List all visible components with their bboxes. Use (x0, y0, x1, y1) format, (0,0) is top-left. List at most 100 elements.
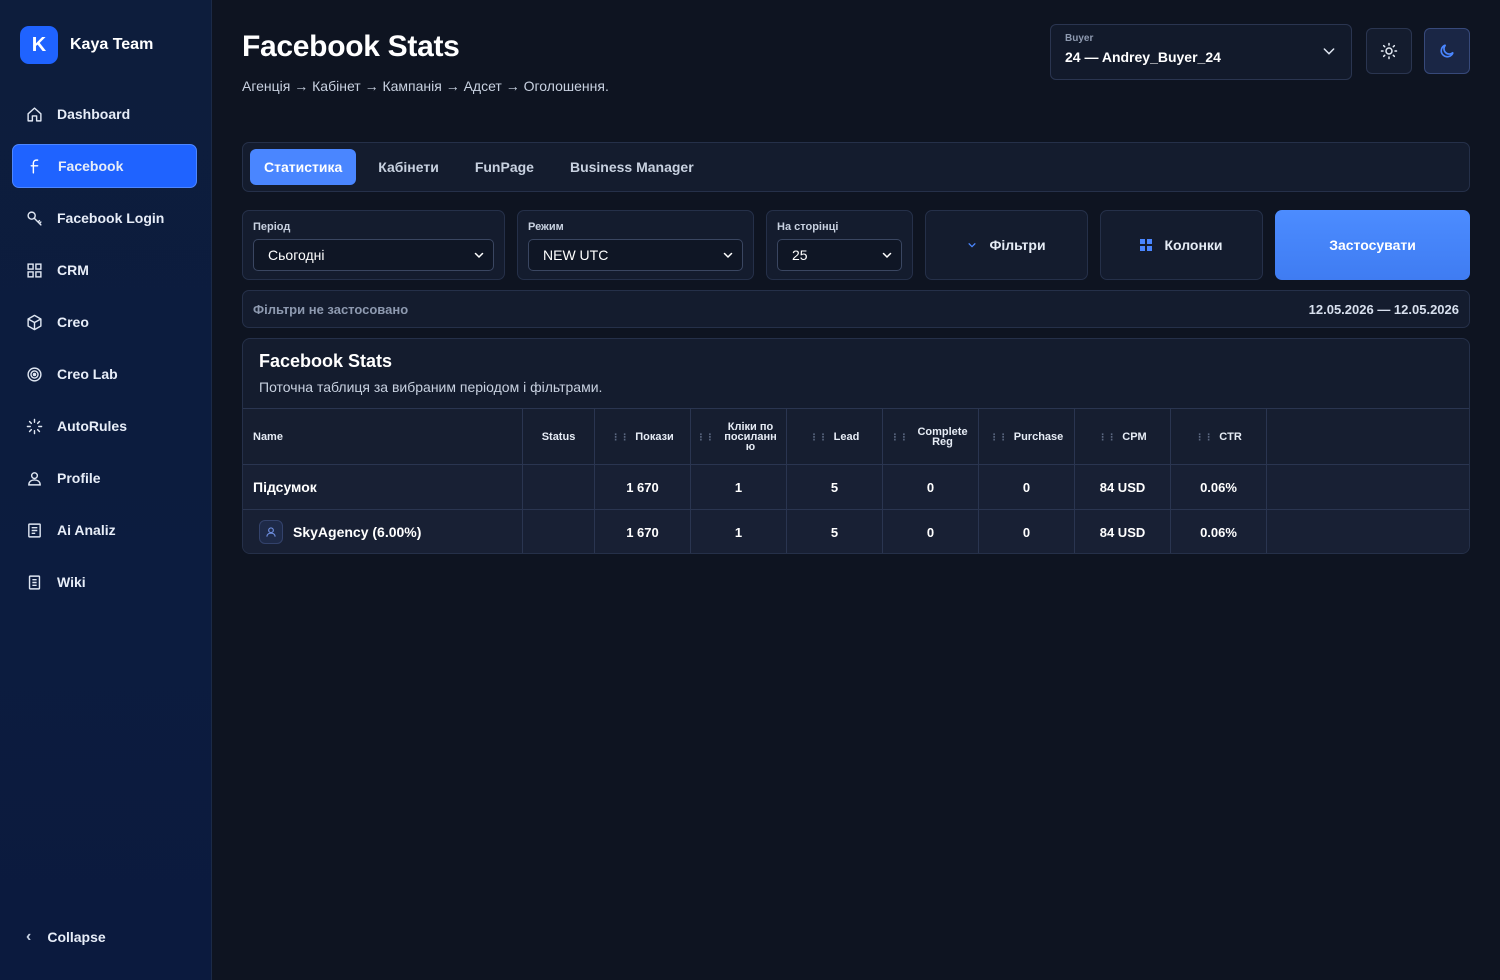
drag-handle-icon[interactable]: ⋮⋮ (990, 432, 1008, 442)
row-complete-reg: 0 (883, 510, 979, 553)
drag-handle-icon[interactable]: ⋮⋮ (1098, 432, 1116, 442)
row-clicks: 1 (691, 465, 787, 509)
column-header-status[interactable]: Status (523, 409, 595, 464)
per-page-select[interactable]: 25 (777, 239, 902, 271)
row-complete-reg: 0 (883, 465, 979, 509)
sidebar-item-creo[interactable]: Creo (12, 300, 197, 344)
columns-button-label: Колонки (1164, 237, 1223, 253)
column-header-name[interactable]: Name (243, 409, 523, 464)
row-status (523, 510, 595, 553)
sidebar-item-label: AutoRules (57, 418, 127, 434)
period-select[interactable]: Сьогодні (253, 239, 494, 271)
row-clicks: 1 (691, 510, 787, 553)
column-header-label: Complete Reg (917, 425, 968, 448)
row-purchase: 0 (979, 510, 1075, 553)
row-impressions: 1 670 (595, 510, 691, 553)
drag-handle-icon[interactable]: ⋮⋮ (1195, 432, 1213, 442)
row-lead: 5 (787, 510, 883, 553)
light-theme-button[interactable] (1366, 28, 1412, 74)
sidebar-item-autorules[interactable]: AutoRules (12, 404, 197, 448)
table-row-total: Підсумок 1 670 1 5 0 0 84 USD 0.06% (243, 464, 1469, 509)
row-name-cell[interactable]: SkyAgency (6.00%) (243, 510, 523, 553)
buyer-select[interactable]: Buyer 24 — Andrey_Buyer_24 (1050, 24, 1352, 80)
drag-handle-icon[interactable]: ⋮⋮ (891, 432, 909, 442)
chevron-left-icon: ‹ (26, 928, 32, 945)
sidebar-item-ai-analiz[interactable]: Ai Analiz (12, 508, 197, 552)
collapse-button[interactable]: ‹ Collapse (26, 928, 106, 946)
sidebar-item-creo-lab[interactable]: Creo Lab (12, 352, 197, 396)
sidebar-item-label: Dashboard (57, 106, 131, 122)
home-icon (26, 106, 43, 123)
row-spacer (1267, 465, 1469, 509)
per-page-label: На сторінці (777, 221, 839, 233)
sun-icon (1380, 42, 1398, 60)
apply-button[interactable]: Застосувати (1275, 210, 1470, 280)
row-lead: 5 (787, 465, 883, 509)
brand[interactable]: K Kaya Team (20, 26, 153, 64)
chevron-down-icon (1323, 48, 1335, 55)
sidebar-item-label: Facebook Login (57, 210, 165, 226)
date-range: 12.05.2026 — 12.05.2026 (1308, 301, 1459, 317)
drag-handle-icon[interactable]: ⋮⋮ (697, 432, 715, 442)
drag-handle-icon[interactable]: ⋮⋮ (611, 432, 629, 442)
sidebar-item-label: CRM (57, 262, 89, 278)
column-header-complete-reg[interactable]: ⋮⋮ Complete Reg (883, 409, 979, 464)
period-field: Період Сьогодні (242, 210, 505, 280)
sidebar-item-crm[interactable]: CRM (12, 248, 197, 292)
per-page-field: На сторінці 25 (766, 210, 913, 280)
column-header-label: Lead (833, 430, 860, 443)
row-name: SkyAgency (6.00%) (293, 524, 422, 540)
mode-select[interactable]: NEW UTC (528, 239, 743, 271)
breadcrumb: Агенція → Кабінет → Кампанія → Адсет → О… (242, 78, 609, 94)
sidebar-item-label: Creo Lab (57, 366, 118, 382)
table-header-row: Name Status ⋮⋮ Покази ⋮⋮ Кліки по посиланн… (243, 408, 1469, 464)
sidebar-item-facebook[interactable]: Facebook (12, 144, 197, 188)
sidebar-item-wiki[interactable]: Wiki (12, 560, 197, 604)
mode-value: NEW UTC (543, 247, 609, 263)
sidebar-item-profile[interactable]: Profile (12, 456, 197, 500)
column-header-lead[interactable]: ⋮⋮ Lead (787, 409, 883, 464)
sidebar-nav: Dashboard Facebook Facebook Login CRM Cr… (12, 92, 197, 612)
stats-card: Facebook Stats Поточна таблиця за вибран… (242, 338, 1470, 554)
tab-funpage[interactable]: FunPage (461, 149, 548, 185)
column-header-label: Name (253, 430, 283, 443)
row-spacer (1267, 510, 1469, 553)
row-status (523, 465, 595, 509)
brand-logo: K (20, 26, 58, 64)
sidebar-item-dashboard[interactable]: Dashboard (12, 92, 197, 136)
tab-statistics[interactable]: Статистика (250, 149, 357, 185)
row-purchase: 0 (979, 465, 1075, 509)
columns-button[interactable]: Колонки (1100, 210, 1263, 280)
tab-cabinets[interactable]: Кабінети (364, 149, 453, 185)
card-subtitle: Поточна таблиця за вибраним періодом і ф… (259, 379, 603, 395)
row-ctr: 0.06% (1171, 510, 1267, 553)
agency-user-icon (259, 520, 283, 544)
row-impressions: 1 670 (595, 465, 691, 509)
column-header-label: CTR (1219, 430, 1242, 443)
row-ctr: 0.06% (1171, 465, 1267, 509)
sidebar-item-facebook-login[interactable]: Facebook Login (12, 196, 197, 240)
column-header-purchase[interactable]: ⋮⋮ Purchase (979, 409, 1075, 464)
card-title: Facebook Stats (259, 351, 393, 371)
tab-business-manager[interactable]: Business Manager (556, 149, 708, 185)
chevron-down-icon (474, 252, 484, 259)
sidebar-item-label: Creo (57, 314, 89, 330)
row-name: Підсумок (243, 465, 523, 509)
stats-table: Name Status ⋮⋮ Покази ⋮⋮ Кліки по посиланн… (243, 408, 1469, 553)
buyer-label: Buyer (1065, 33, 1094, 44)
moon-icon (1440, 44, 1454, 58)
brand-name: Kaya Team (70, 36, 154, 53)
column-header-clicks[interactable]: ⋮⋮ Кліки по посиланн ю (691, 409, 787, 464)
column-header-ctr[interactable]: ⋮⋮ CTR (1171, 409, 1267, 464)
column-header-impressions[interactable]: ⋮⋮ Покази (595, 409, 691, 464)
facebook-icon (27, 158, 44, 175)
drag-handle-icon[interactable]: ⋮⋮ (810, 432, 828, 442)
filter-status-bar: Фільтри не застосовано 12.05.2026 — 12.0… (242, 290, 1470, 328)
filters-button[interactable]: Фільтри (925, 210, 1088, 280)
column-header-cpm[interactable]: ⋮⋮ CPM (1075, 409, 1171, 464)
sidebar-item-label: Profile (57, 470, 101, 486)
columns-icon (1140, 239, 1153, 251)
table-row[interactable]: SkyAgency (6.00%) 1 670 1 5 0 0 84 USD 0… (243, 509, 1469, 553)
dark-theme-button[interactable] (1424, 28, 1470, 74)
sidebar-item-label: Wiki (57, 574, 86, 590)
